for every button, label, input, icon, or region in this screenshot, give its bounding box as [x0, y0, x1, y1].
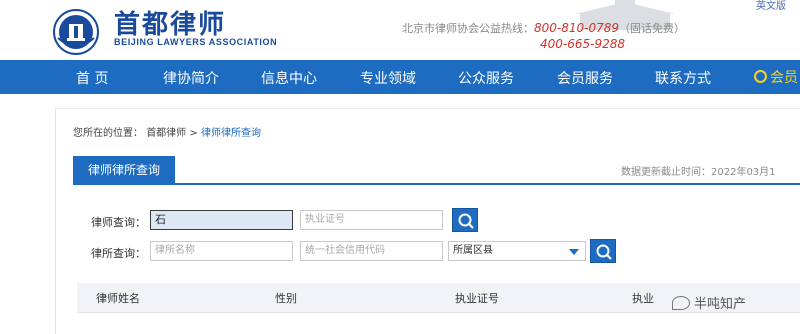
nav-item-contact[interactable]: 联系方式 [655, 68, 711, 88]
nav-item-home[interactable]: 首 页 [76, 68, 108, 88]
firm-search-label: 律所查询： [91, 247, 146, 260]
nav-item-practice-areas[interactable]: 专业领域 [360, 68, 416, 88]
column-header-practice: 执业 [632, 292, 654, 305]
hotline-line-1: 北京市律师协会公益热线：800-810-0789（固话免费） [402, 20, 685, 36]
chevron-down-icon [569, 249, 579, 255]
section-tab-underline [73, 183, 800, 185]
lawyer-name-input[interactable]: 石 [150, 210, 293, 230]
member-label: 会员 [770, 70, 798, 86]
brand-title: 首都律师 [114, 10, 227, 40]
district-select-value: 所属区县 [453, 245, 493, 256]
english-version-link[interactable]: 英文版 [756, 0, 786, 12]
hotline-number-2: 400-665-9288 [540, 37, 626, 51]
breadcrumb-home-link[interactable]: 首都律师 [146, 128, 186, 139]
association-emblem-icon [53, 9, 99, 55]
column-header-lawyer-name: 律师姓名 [96, 292, 140, 305]
lawyer-search-label: 律师查询： [91, 216, 146, 229]
site-header: 首都律师 BEIJING LAWYERS ASSOCIATION 北京市律师协会… [0, 0, 800, 60]
column-header-license-number: 执业证号 [455, 292, 499, 305]
section-tab-title: 律师律所查询 [73, 156, 175, 184]
page: 首都律师 BEIJING LAWYERS ASSOCIATION 北京市律师协会… [0, 0, 800, 334]
hotline-number-1: 800-810-0789 [534, 21, 620, 35]
search-icon [458, 213, 474, 229]
watermark: 半吨知产 [672, 293, 746, 312]
district-select[interactable]: 所属区县 [448, 241, 586, 261]
data-update-time: 数据更新截止时间：2022年03月1 [621, 167, 776, 178]
user-icon [754, 70, 767, 83]
license-number-input[interactable]: 执业证号 [300, 210, 443, 230]
breadcrumb-prefix: 您所在的位置： [73, 128, 143, 139]
breadcrumb-separator: > [189, 128, 198, 139]
member-login-link[interactable]: 会员 [754, 67, 798, 87]
watermark-text: 半吨知产 [694, 297, 747, 312]
column-header-gender: 性别 [275, 292, 297, 305]
breadcrumb: 您所在的位置： 首都律师 > 律师律所查询 [73, 124, 261, 139]
main-nav: 首 页 律协简介 信息中心 专业领域 公众服务 会员服务 联系方式 会员 [0, 60, 800, 94]
firm-name-input[interactable]: 律所名称 [150, 241, 293, 261]
wechat-icon [672, 296, 690, 310]
nav-item-news[interactable]: 信息中心 [261, 68, 317, 88]
credit-code-input[interactable]: 统一社会信用代码 [300, 241, 443, 261]
search-icon [596, 244, 612, 260]
nav-item-public-service[interactable]: 公众服务 [458, 68, 514, 88]
nav-item-about[interactable]: 律协简介 [163, 68, 219, 88]
lawyer-search-button[interactable] [452, 208, 478, 232]
breadcrumb-current: 律师律所查询 [200, 128, 261, 139]
firm-search-button[interactable] [590, 239, 616, 263]
nav-item-member-service[interactable]: 会员服务 [557, 68, 613, 88]
hotline-note: （固话免费） [619, 22, 686, 35]
brand-subtitle: BEIJING LAWYERS ASSOCIATION [114, 37, 278, 47]
hotline-prefix: 北京市律师协会公益热线： [402, 22, 534, 35]
